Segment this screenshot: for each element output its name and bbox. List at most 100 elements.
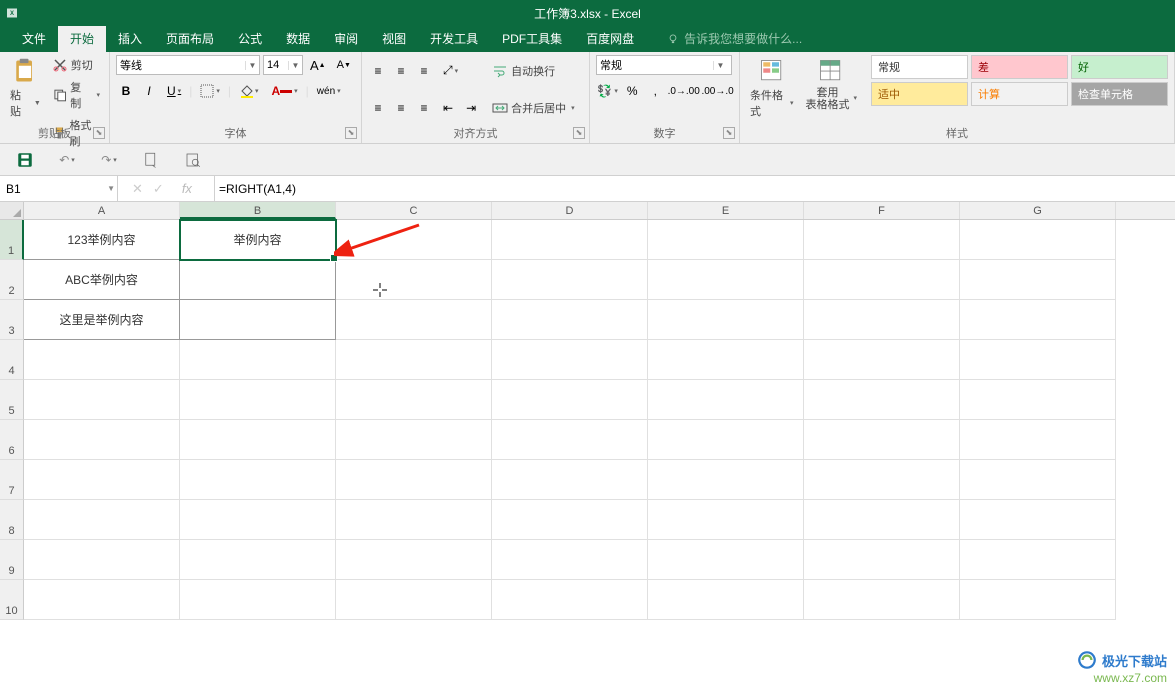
name-box-input[interactable] [6, 182, 86, 196]
cell-B4[interactable] [180, 340, 336, 380]
cell-E2[interactable] [648, 260, 804, 300]
qat-btn-1[interactable] [140, 149, 162, 171]
cell-D8[interactable] [492, 500, 648, 540]
cell-D2[interactable] [492, 260, 648, 300]
cell-B2[interactable] [180, 260, 336, 300]
cell-B8[interactable] [180, 500, 336, 540]
tab-baidu[interactable]: 百度网盘 [574, 25, 646, 52]
copy-button[interactable]: 复制▾ [49, 77, 103, 113]
cell-B7[interactable] [180, 460, 336, 500]
tab-layout[interactable]: 页面布局 [154, 25, 226, 52]
style-neutral[interactable]: 适中 [871, 82, 968, 106]
row-header-2[interactable]: 2 [0, 260, 24, 300]
pinyin-button[interactable]: wén▾ [312, 81, 346, 101]
cell-C7[interactable] [336, 460, 492, 500]
tab-review[interactable]: 审阅 [322, 25, 370, 52]
merge-center-button[interactable]: 合并后居中▾ [489, 98, 578, 118]
tab-dev[interactable]: 开发工具 [418, 25, 490, 52]
underline-button[interactable]: U▾ [162, 81, 186, 101]
cell-G4[interactable] [960, 340, 1116, 380]
style-check[interactable]: 检查单元格 [1071, 82, 1168, 106]
style-bad[interactable]: 差 [971, 55, 1068, 79]
cell-D5[interactable] [492, 380, 648, 420]
cell-C5[interactable] [336, 380, 492, 420]
wrap-text-button[interactable]: 自动换行 [489, 61, 578, 81]
cell-C10[interactable] [336, 580, 492, 620]
cell-C2[interactable] [336, 260, 492, 300]
currency-button[interactable]: 💱▾ [596, 81, 619, 101]
cell-A3[interactable]: 这里是举例内容 [24, 300, 180, 340]
cell-C8[interactable] [336, 500, 492, 540]
border-button[interactable]: ▾ [195, 81, 225, 101]
font-size-input[interactable] [264, 59, 288, 71]
cell-G1[interactable] [960, 220, 1116, 260]
clipboard-launcher[interactable]: ⬊ [93, 127, 105, 139]
chevron-down-icon[interactable]: ▼ [107, 184, 115, 193]
align-top-button[interactable]: ≡ [368, 61, 388, 81]
col-header-B[interactable]: B [180, 202, 336, 219]
cell-E5[interactable] [648, 380, 804, 420]
indent-dec-button[interactable]: ⇤ [438, 98, 458, 118]
chevron-down-icon[interactable]: ▼ [245, 61, 259, 70]
cell-A9[interactable] [24, 540, 180, 580]
tab-view[interactable]: 视图 [370, 25, 418, 52]
number-format-input[interactable] [597, 59, 713, 71]
cell-G6[interactable] [960, 420, 1116, 460]
cell-D6[interactable] [492, 420, 648, 460]
cell-C4[interactable] [336, 340, 492, 380]
cell-A6[interactable] [24, 420, 180, 460]
cell-B3[interactable] [180, 300, 336, 340]
cell-G5[interactable] [960, 380, 1116, 420]
row-header-5[interactable]: 5 [0, 380, 24, 420]
cell-A5[interactable] [24, 380, 180, 420]
cell-E1[interactable] [648, 220, 804, 260]
align-launcher[interactable]: ⬊ [573, 127, 585, 139]
cell-D1[interactable] [492, 220, 648, 260]
cell-D4[interactable] [492, 340, 648, 380]
table-format-button[interactable]: 套用 表格格式▾ [801, 55, 861, 123]
col-header-F[interactable]: F [804, 202, 960, 219]
style-normal[interactable]: 常规 [871, 55, 968, 79]
cell-F1[interactable] [804, 220, 960, 260]
col-header-C[interactable]: C [336, 202, 492, 219]
tab-file[interactable]: 文件 [10, 25, 58, 52]
row-header-7[interactable]: 7 [0, 460, 24, 500]
decrease-font-button[interactable]: A▼ [333, 55, 355, 75]
align-bottom-button[interactable]: ≡ [414, 61, 434, 81]
cell-E4[interactable] [648, 340, 804, 380]
cell-G7[interactable] [960, 460, 1116, 500]
col-header-D[interactable]: D [492, 202, 648, 219]
font-name-input[interactable] [117, 59, 245, 71]
row-header-9[interactable]: 9 [0, 540, 24, 580]
cell-F10[interactable] [804, 580, 960, 620]
cell-F4[interactable] [804, 340, 960, 380]
cell-G10[interactable] [960, 580, 1116, 620]
col-header-E[interactable]: E [648, 202, 804, 219]
cell-B6[interactable] [180, 420, 336, 460]
cell-A4[interactable] [24, 340, 180, 380]
cell-B5[interactable] [180, 380, 336, 420]
cell-G9[interactable] [960, 540, 1116, 580]
bold-button[interactable]: B [116, 81, 136, 101]
italic-button[interactable]: I [139, 81, 159, 101]
enter-formula-button[interactable]: ✓ [153, 181, 164, 197]
align-center-button[interactable]: ≡ [391, 98, 411, 118]
fill-color-button[interactable]: ▾ [234, 81, 264, 101]
orientation-button[interactable]: ⤢▾ [438, 61, 463, 81]
cell-D7[interactable] [492, 460, 648, 500]
redo-button[interactable]: ↷ ▾ [98, 149, 120, 171]
tab-data[interactable]: 数据 [274, 25, 322, 52]
cancel-formula-button[interactable]: ✕ [132, 181, 143, 197]
save-button[interactable] [14, 149, 36, 171]
undo-button[interactable]: ↶ ▾ [56, 149, 78, 171]
font-size-combo[interactable]: ▼ [263, 55, 303, 75]
cell-E8[interactable] [648, 500, 804, 540]
row-header-6[interactable]: 6 [0, 420, 24, 460]
cell-F7[interactable] [804, 460, 960, 500]
col-header-G[interactable]: G [960, 202, 1116, 219]
name-box[interactable]: ▼ [0, 176, 118, 201]
cell-A1[interactable]: 123举例内容 [24, 220, 180, 260]
cell-B1[interactable]: 举例内容 [180, 220, 336, 260]
style-good[interactable]: 好 [1071, 55, 1168, 79]
cell-C6[interactable] [336, 420, 492, 460]
